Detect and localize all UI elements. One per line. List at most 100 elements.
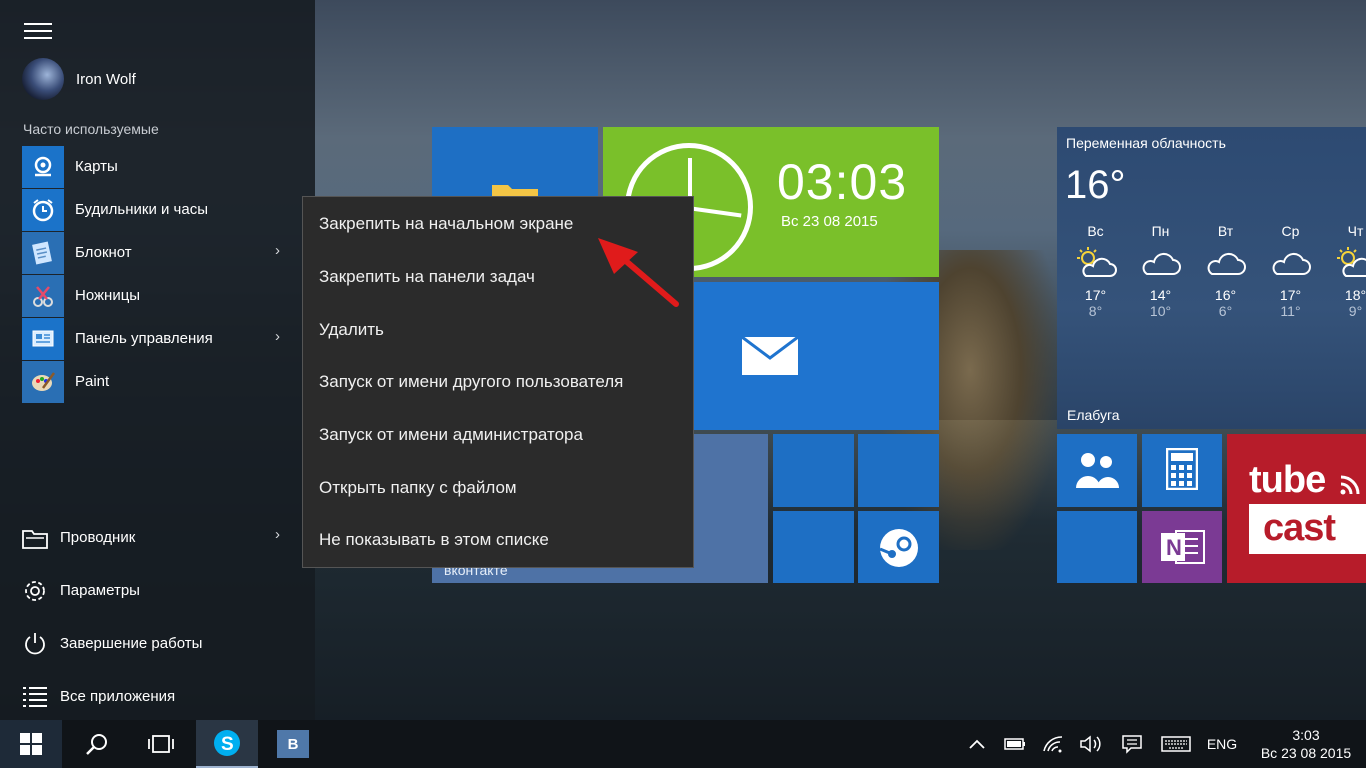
- cast-icon: [1340, 475, 1360, 495]
- tile-small-3[interactable]: [773, 511, 854, 583]
- app-item-alarms[interactable]: Будильники и часы: [22, 188, 292, 231]
- app-item-paint[interactable]: Paint: [22, 360, 292, 403]
- calculator-icon: [1166, 448, 1198, 490]
- tile-onenote[interactable]: N: [1142, 511, 1222, 583]
- taskbar-vk[interactable]: B: [262, 720, 324, 768]
- start-bottom-list: Проводник › Параметры Завершение работы …: [22, 511, 292, 723]
- bottom-label: Все приложения: [60, 688, 176, 705]
- all-apps-item[interactable]: Все приложения: [22, 670, 292, 723]
- forecast-day: Вс 17° 8°: [1063, 223, 1128, 319]
- clock-time: 03:03: [777, 154, 908, 210]
- chevron-up-icon[interactable]: [958, 738, 996, 750]
- bottom-label: Проводник: [60, 529, 136, 546]
- tile-steam[interactable]: [858, 511, 939, 583]
- taskbar-clock[interactable]: 3:03 Вс 23 08 2015: [1246, 726, 1366, 762]
- menu-item-hide-from-list[interactable]: Не показывать в этом списке: [303, 514, 693, 567]
- volume-icon[interactable]: [1072, 735, 1110, 753]
- forecast-day-name: Чт: [1347, 223, 1364, 239]
- user-account[interactable]: Iron Wolf: [22, 58, 136, 100]
- tile-calculator[interactable]: [1142, 434, 1222, 507]
- paint-icon: [22, 360, 64, 403]
- tile-small-2[interactable]: [858, 434, 939, 507]
- forecast-high: 14°: [1149, 287, 1172, 303]
- app-label: Paint: [75, 373, 110, 390]
- app-label: Будильники и часы: [75, 201, 208, 218]
- annotation-arrow-icon: [598, 238, 679, 307]
- notepad-icon: [22, 231, 64, 274]
- weather-condition: Переменная облачность: [1066, 135, 1226, 151]
- forecast-high: 16°: [1214, 287, 1237, 303]
- battery-icon[interactable]: [996, 736, 1034, 752]
- app-item-control-panel[interactable]: Панель управления ›: [22, 317, 292, 360]
- app-label: Панель управления: [75, 330, 213, 347]
- tile-people[interactable]: [1057, 434, 1137, 507]
- menu-item-run-as-other-user[interactable]: Запуск от имени другого пользователя: [303, 356, 693, 409]
- tile-weather[interactable]: Переменная облачность 16° Вс 17° 8° Пн 1…: [1057, 127, 1366, 429]
- vk-icon: B: [277, 730, 309, 758]
- app-label: Карты: [75, 158, 118, 175]
- chevron-right-icon[interactable]: ›: [275, 526, 280, 543]
- search-icon: [86, 734, 107, 755]
- search-button[interactable]: [66, 720, 128, 768]
- forecast-day-name: Ср: [1281, 223, 1300, 239]
- taskbar-date: Вс 23 08 2015: [1260, 745, 1352, 761]
- wifi-icon[interactable]: [1034, 735, 1072, 753]
- settings-item[interactable]: Параметры: [22, 564, 292, 617]
- tile-tubecast[interactable]: tube cast: [1227, 434, 1366, 583]
- forecast-day: Вт 16° 6°: [1193, 223, 1258, 319]
- maps-icon: [22, 145, 64, 188]
- app-label: Ножницы: [75, 287, 141, 304]
- menu-item-open-file-location[interactable]: Открыть папку с файлом: [303, 461, 693, 514]
- forecast-day-name: Пн: [1151, 223, 1170, 239]
- forecast-high: 17°: [1279, 287, 1302, 303]
- task-view-button[interactable]: [130, 720, 192, 768]
- tubecast-line2: cast: [1263, 507, 1336, 549]
- app-item-maps[interactable]: Карты: [22, 145, 292, 188]
- hamburger-menu-icon[interactable]: [24, 23, 52, 41]
- forecast-low: 6°: [1218, 303, 1233, 319]
- forecast-low: 8°: [1088, 303, 1103, 319]
- forecast-low: 9°: [1348, 303, 1363, 319]
- forecast-day: Пн 14° 10°: [1128, 223, 1193, 319]
- chevron-right-icon[interactable]: ›: [275, 328, 280, 345]
- file-explorer-item[interactable]: Проводник ›: [22, 511, 292, 564]
- alarm-clock-icon: [22, 188, 64, 231]
- clock-date: Вс 23 08 2015: [781, 213, 878, 230]
- tile-small-1[interactable]: [773, 434, 854, 507]
- forecast-day-name: Вс: [1087, 223, 1104, 239]
- language-indicator[interactable]: ENG: [1198, 736, 1246, 752]
- app-label: Блокнот: [75, 244, 132, 261]
- power-item[interactable]: Завершение работы: [22, 617, 292, 670]
- cloud-icon: [1128, 239, 1193, 287]
- app-item-snipping[interactable]: Ножницы: [22, 274, 292, 317]
- windows-logo-icon: [20, 733, 42, 755]
- start-menu-left-pane: Iron Wolf Часто используемые Карты Будил…: [0, 0, 315, 720]
- start-button[interactable]: [0, 720, 62, 768]
- menu-item-uninstall[interactable]: Удалить: [303, 303, 693, 356]
- control-panel-icon: [22, 317, 64, 360]
- all-apps-icon: [22, 684, 48, 710]
- bottom-label: Завершение работы: [60, 635, 203, 652]
- weather-forecast: Вс 17° 8° Пн 14° 10° Вт 16° 6° Ср 17° 11…: [1063, 223, 1366, 319]
- forecast-day-name: Вт: [1217, 223, 1234, 239]
- menu-item-run-as-admin[interactable]: Запуск от имени администратора: [303, 409, 693, 462]
- weather-city: Елабуга: [1067, 407, 1120, 423]
- keyboard-icon[interactable]: [1154, 735, 1198, 753]
- app-item-notepad[interactable]: Блокнот ›: [22, 231, 292, 274]
- gear-icon: [22, 578, 48, 604]
- power-icon: [22, 631, 48, 657]
- cloud-icon: [1193, 239, 1258, 287]
- user-name: Iron Wolf: [76, 70, 136, 88]
- action-center-icon[interactable]: [1110, 734, 1154, 754]
- tile-small-4[interactable]: [1057, 511, 1137, 583]
- bottom-label: Параметры: [60, 582, 140, 599]
- forecast-high: 17°: [1084, 287, 1107, 303]
- snipping-tool-icon: [22, 274, 64, 317]
- partly-sunny-icon: [1323, 239, 1366, 287]
- most-used-list: Карты Будильники и часы Блокнот › Ножниц…: [22, 145, 292, 403]
- chevron-right-icon[interactable]: ›: [275, 242, 280, 259]
- onenote-icon: N: [1161, 530, 1205, 564]
- system-tray: ENG 3:03 Вс 23 08 2015: [958, 720, 1366, 768]
- tubecast-line1: tube: [1249, 459, 1326, 501]
- taskbar-skype[interactable]: S: [196, 720, 258, 768]
